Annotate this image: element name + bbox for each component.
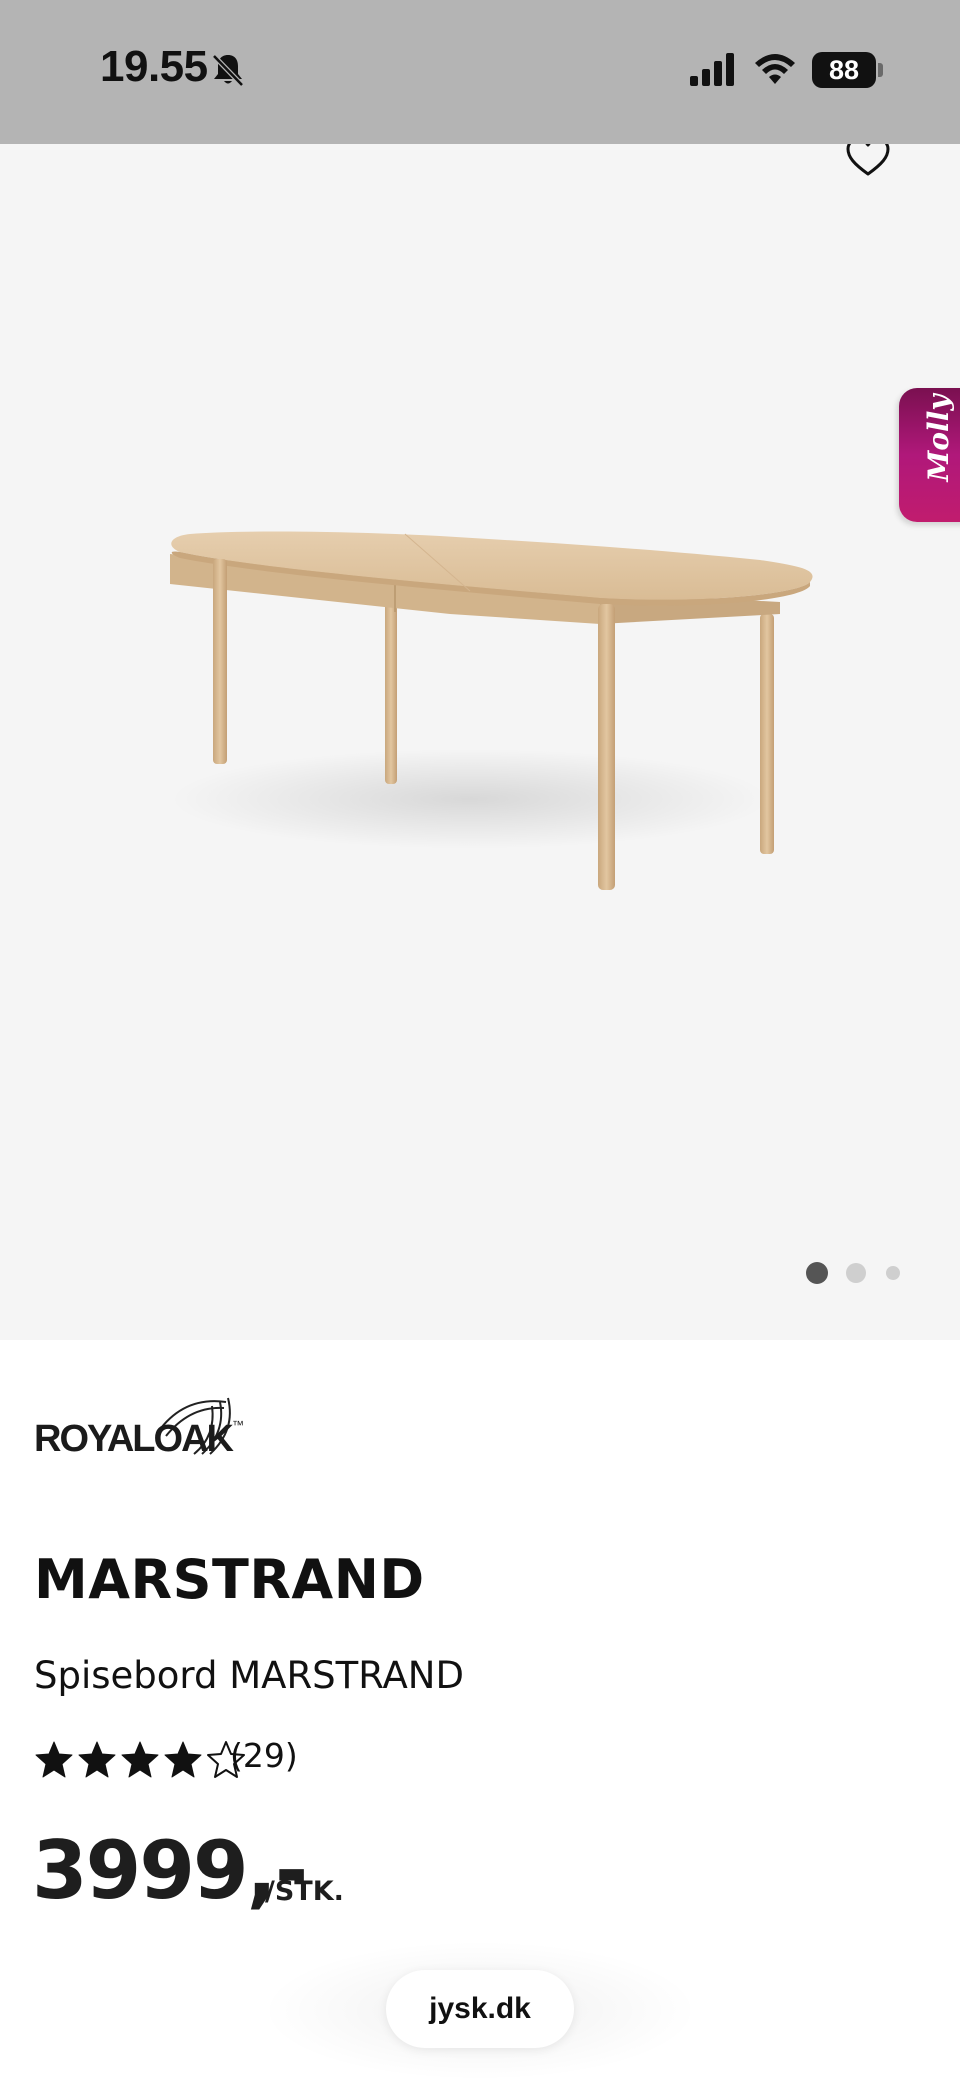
cellular-signal-icon bbox=[690, 53, 734, 86]
royal-oak-logo: ROYALOAK™ bbox=[34, 1418, 244, 1461]
page-dot-active[interactable] bbox=[806, 1262, 828, 1284]
review-count[interactable]: (29) bbox=[230, 1736, 298, 1775]
star-filled-icon bbox=[35, 1741, 73, 1778]
page-dot[interactable] bbox=[886, 1266, 900, 1280]
battery-tip bbox=[878, 63, 883, 77]
status-time: 19.55 bbox=[100, 42, 208, 91]
brand-logo-wordmark: ROYALOAK bbox=[34, 1418, 234, 1460]
product-page: 19.55 88 Molly ROYALOAK™ MARSTRAND Spise… bbox=[0, 0, 960, 2081]
star-filled-icon bbox=[78, 1741, 116, 1778]
bell-slash-icon bbox=[212, 54, 244, 87]
product-subtitle: Spisebord MARSTRAND bbox=[34, 1654, 464, 1697]
battery-icon: 88 bbox=[812, 52, 876, 88]
battery-level: 88 bbox=[828, 55, 860, 85]
molly-label: Molly bbox=[922, 394, 955, 482]
dining-table-photo bbox=[170, 531, 813, 890]
brand-trademark: ™ bbox=[231, 1418, 244, 1432]
product-image-gallery[interactable]: Molly bbox=[0, 144, 960, 1340]
star-filled-icon bbox=[164, 1741, 202, 1778]
page-dot[interactable] bbox=[846, 1263, 866, 1283]
heart-outline-icon[interactable] bbox=[844, 144, 892, 182]
wifi-icon bbox=[755, 54, 795, 84]
url-bar[interactable]: jysk.dk bbox=[386, 1970, 574, 2048]
star-filled-icon bbox=[121, 1741, 159, 1778]
molly-assistant-tab[interactable]: Molly bbox=[899, 388, 960, 522]
price-unit: /STK. bbox=[265, 1876, 344, 1907]
status-bar: 19.55 88 bbox=[0, 0, 960, 144]
product-name: MARSTRAND bbox=[34, 1548, 425, 1611]
